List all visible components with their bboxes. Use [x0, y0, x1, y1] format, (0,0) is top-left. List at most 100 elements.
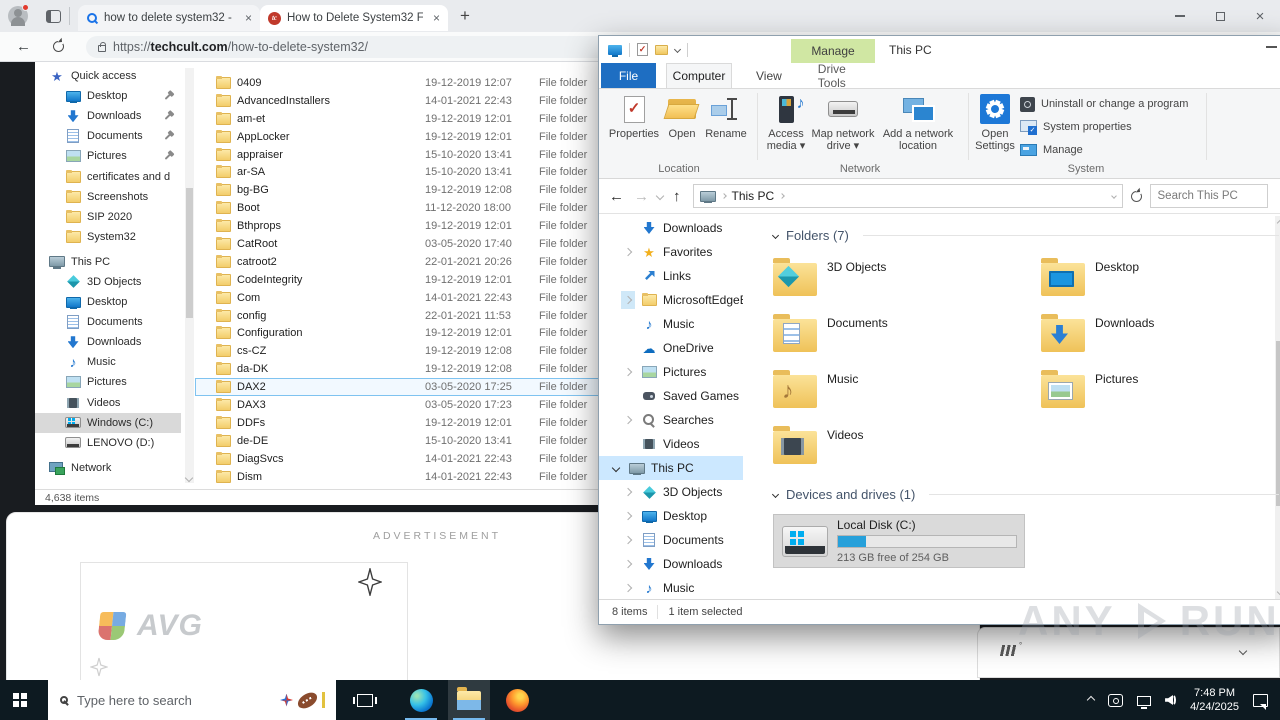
action-center-icon[interactable] — [1253, 693, 1268, 710]
folder-tile-pictures[interactable]: Pictures — [1041, 367, 1280, 415]
collapse-icon[interactable] — [771, 231, 780, 240]
tray-expand-icon[interactable] — [1086, 695, 1096, 705]
breadcrumb-chevron[interactable] — [779, 193, 786, 199]
search-input[interactable]: Search This PC — [1149, 184, 1268, 208]
access-media-button[interactable]: Access media ▾ — [762, 93, 810, 152]
manage-button[interactable]: Manage — [1020, 141, 1083, 159]
tree-item-onedrive[interactable]: ☁ OneDrive — [599, 336, 743, 360]
open-button[interactable]: Open — [665, 93, 699, 140]
browser-back-icon[interactable]: ← — [16, 38, 31, 55]
open-settings-button[interactable]: Open Settings — [973, 93, 1017, 152]
expand-chevron-icon[interactable] — [621, 363, 635, 381]
tree-item-favorites[interactable]: ★ Favorites — [599, 240, 743, 264]
expand-chevron-icon[interactable] — [621, 579, 635, 597]
tree-item-pictures[interactable]: Pictures — [599, 360, 743, 384]
tree-item-music[interactable]: ♪ Music — [599, 576, 743, 600]
explorer-title-bar[interactable]: ✓ — [599, 36, 1280, 63]
tree-item-desktop[interactable]: Desktop — [599, 504, 743, 528]
expand-chevron-icon[interactable] — [621, 411, 635, 429]
taskbar-firefox-button[interactable] — [496, 680, 538, 720]
task-view-button[interactable] — [344, 680, 386, 720]
expand-chevron-icon[interactable] — [621, 243, 635, 261]
uninstall-icon — [1020, 96, 1035, 112]
forward-button[interactable]: → — [634, 188, 649, 205]
expand-chevron-icon[interactable] — [621, 507, 635, 525]
folder-icon[interactable] — [655, 44, 668, 55]
close-tab-icon[interactable]: × — [245, 11, 252, 25]
expand-chevron-icon[interactable] — [621, 483, 635, 501]
back-button[interactable]: ← — [609, 188, 624, 205]
start-button[interactable] — [0, 680, 48, 720]
browser-tab-search[interactable]: how to delete system32 - Search × — [78, 5, 260, 31]
tree-item-links[interactable]: Links — [599, 264, 743, 288]
folder-icon — [65, 229, 81, 244]
browser-refresh-icon[interactable] — [53, 39, 64, 52]
breadcrumb[interactable]: This PC — [732, 189, 775, 203]
folder-tile-videos[interactable]: Videos — [773, 423, 1025, 471]
recorder-icon[interactable] — [1108, 693, 1124, 707]
folder-tile-music[interactable]: ♪ Music — [773, 367, 1025, 415]
volume-icon[interactable] — [1165, 694, 1177, 706]
address-bar[interactable]: This PC — [692, 184, 1123, 208]
recent-locations-icon[interactable] — [655, 191, 665, 201]
browser-profile-avatar[interactable] — [8, 4, 29, 26]
browser-restore-button[interactable] — [1200, 0, 1240, 32]
collapse-icon[interactable] — [771, 490, 780, 499]
tab-file[interactable]: File — [601, 63, 656, 88]
tree-item-documents[interactable]: Documents — [599, 528, 743, 552]
folder-tile-downloads[interactable]: Downloads — [1041, 311, 1280, 359]
tree-item-microsoftedgebackups[interactable]: MicrosoftEdgeBackups — [599, 288, 743, 312]
tree-item-downloads[interactable]: Downloads — [599, 216, 743, 240]
browser-minimize-button[interactable] — [1160, 0, 1200, 32]
network-icon[interactable] — [1137, 696, 1152, 709]
tree-item-3d-objects[interactable]: 3D Objects — [599, 480, 743, 504]
browser-close-button[interactable]: × — [1240, 0, 1280, 32]
local-disk-tile[interactable]: Local Disk (C:) 213 GB free of 254 GB — [773, 514, 1025, 568]
up-button[interactable]: ↑ — [673, 188, 681, 205]
tab-view[interactable]: View — [742, 63, 796, 88]
folder-tile-desktop[interactable]: Desktop — [1041, 255, 1280, 303]
taskbar-explorer-button[interactable] — [448, 680, 490, 720]
tree-item-searches[interactable]: Searches — [599, 408, 743, 432]
tab-drive-tools[interactable]: Drive Tools — [804, 62, 888, 90]
tab-computer[interactable]: Computer — [666, 63, 732, 88]
taskbar-clock[interactable]: 7:48 PM 4/24/2025 — [1190, 686, 1239, 714]
taskbar-edge-button[interactable] — [400, 680, 442, 720]
expand-chevron-icon[interactable] — [609, 459, 623, 477]
tree-item-downloads[interactable]: Downloads — [599, 552, 743, 576]
expand-chevron-icon[interactable] — [621, 291, 635, 309]
uninstall-program-button[interactable]: Uninstall or change a program — [1020, 95, 1188, 113]
properties-button[interactable]: ✓ Properties — [605, 93, 663, 140]
tree-item-videos[interactable]: Videos — [599, 432, 743, 456]
system-properties-button[interactable]: ✓ System properties — [1020, 118, 1132, 136]
expand-chevron-icon[interactable] — [621, 555, 635, 573]
rename-button[interactable]: Rename — [701, 93, 751, 140]
close-tab-icon[interactable]: × — [433, 11, 440, 25]
downloads-icon — [65, 109, 81, 123]
devices-section-header[interactable]: Devices and drives (1) — [771, 487, 1280, 502]
customize-qat-icon[interactable] — [673, 45, 682, 54]
refresh-icon[interactable] — [1130, 188, 1142, 202]
folders-section-header[interactable]: Folders (7) — [771, 228, 1280, 243]
tree-item-music[interactable]: ♪ Music — [599, 312, 743, 336]
folder-icon — [215, 344, 231, 358]
techcult-favicon: tc — [268, 11, 281, 25]
explorer-minimize-button[interactable] — [1266, 46, 1277, 48]
3d-objects-icon — [641, 485, 657, 499]
workspaces-icon[interactable] — [46, 9, 61, 23]
computer-icon[interactable] — [608, 44, 622, 57]
tree-item-this-pc[interactable]: This PC — [599, 456, 743, 480]
taskbar-search-input[interactable]: Type here to search — [48, 680, 336, 720]
tree-item-saved-games[interactable]: Saved Games — [599, 384, 743, 408]
folder-tile-documents[interactable]: Documents — [773, 311, 1025, 359]
folder-tile-3d-objects[interactable]: 3D Objects — [773, 255, 1025, 303]
add-network-location-button[interactable]: Add a network location — [878, 93, 958, 152]
new-tab-button[interactable]: + — [460, 6, 470, 26]
address-dropdown-icon[interactable] — [1110, 193, 1117, 199]
shot-tree-item-lenovo-d: LENOVO (D:) — [35, 433, 181, 453]
expand-chevron-icon[interactable] — [621, 531, 635, 549]
browser-tab-techcult[interactable]: tc How to Delete System32 Folder i × — [260, 5, 448, 31]
map-network-drive-button[interactable]: Map network drive ▾ — [810, 93, 876, 152]
avg-ad[interactable]: AVG — [80, 562, 408, 690]
properties-check-icon[interactable]: ✓ — [637, 43, 648, 56]
